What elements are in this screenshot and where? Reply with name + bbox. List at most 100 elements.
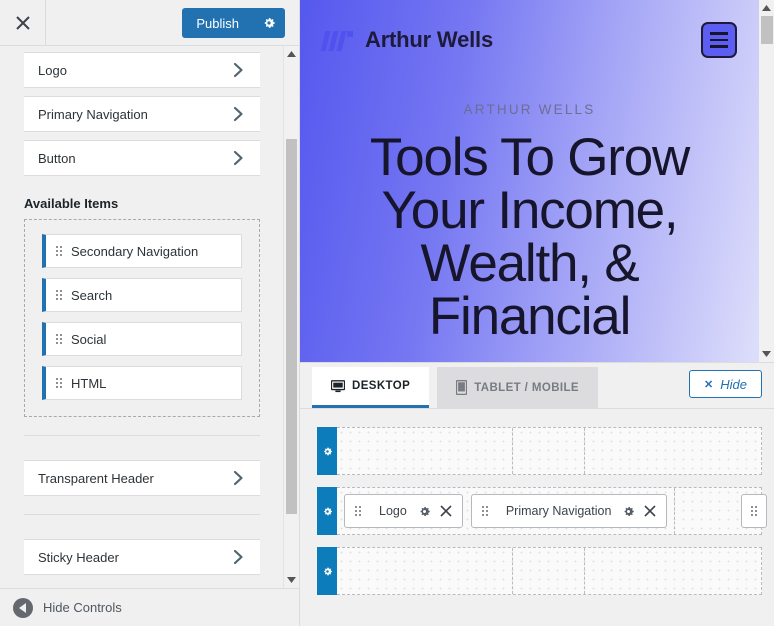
mobile-device-icon	[456, 380, 468, 395]
scroll-down-arrow-icon[interactable]	[284, 572, 299, 588]
available-item-label: Secondary Navigation	[71, 243, 199, 259]
scroll-down-arrow-icon[interactable]	[759, 346, 774, 362]
available-items-title: Available Items	[24, 196, 119, 211]
widget-settings-button[interactable]	[418, 505, 431, 518]
builder-column-right[interactable]	[585, 428, 761, 474]
tab-label: TABLET / MOBILE	[474, 381, 579, 394]
chevron-right-icon	[233, 150, 244, 166]
available-item-html[interactable]: HTML	[42, 366, 242, 400]
header-options-list: Transparent Header	[0, 454, 284, 496]
header-sections-list: Logo Primary Navigation Button	[0, 46, 284, 176]
w-logo-icon	[320, 29, 353, 51]
gear-icon	[323, 567, 332, 575]
chevron-right-icon	[233, 106, 244, 122]
builder-device-tabs: DESKTOP TABLET / MOBILE ✕ Hide	[300, 363, 774, 409]
sidebar-item-logo[interactable]: Logo	[24, 52, 260, 88]
row-settings-button[interactable]	[317, 547, 337, 595]
sidebar-item-button[interactable]: Button	[24, 140, 260, 176]
row-columns: Logo Primary Navigation	[337, 487, 762, 535]
drag-handle-icon[interactable]	[56, 378, 62, 388]
sidebar-scrollbar[interactable]	[283, 46, 298, 588]
publish-settings-button[interactable]	[253, 8, 285, 38]
widget-remove-button[interactable]	[644, 505, 656, 517]
preview-viewport: Arthur Wells ARTHUR WELLS Tools To Grow …	[300, 0, 759, 362]
row-columns	[337, 547, 762, 595]
builder-column-center[interactable]	[513, 428, 586, 474]
gear-icon	[323, 447, 332, 455]
sidebar-item-label: Logo	[38, 62, 67, 78]
builder-rows: Logo Primary Navigation	[300, 409, 774, 595]
row-settings-button[interactable]	[317, 487, 337, 535]
chevron-right-icon	[233, 62, 244, 78]
builder-column-right[interactable]	[585, 548, 761, 594]
publish-button[interactable]: Publish	[182, 8, 253, 38]
builder-column-left[interactable]: Logo Primary Navigation	[337, 488, 676, 534]
preview-site-header: Arthur Wells	[300, 0, 759, 80]
hero-title: Tools To Grow Your Income, Wealth, & Fin…	[369, 128, 690, 346]
tab-tablet-mobile[interactable]: TABLET / MOBILE	[437, 367, 598, 408]
site-logo-group[interactable]: Arthur Wells	[320, 27, 493, 53]
sidebar-item-primary-navigation[interactable]: Primary Navigation	[24, 96, 260, 132]
hide-controls-button[interactable]: Hide Controls	[0, 588, 299, 626]
row-columns	[337, 427, 762, 475]
drag-handle-icon[interactable]	[56, 290, 62, 300]
preview-scrollbar-thumb[interactable]	[761, 16, 773, 44]
builder-row-main: Logo Primary Navigation	[317, 487, 767, 535]
drag-handle-icon[interactable]	[481, 506, 488, 516]
builder-column-left[interactable]	[337, 548, 513, 594]
sidebar-item-label: Transparent Header	[38, 470, 154, 486]
widget-label: Primary Navigation	[505, 504, 612, 518]
widget-overflow-partial[interactable]	[741, 494, 767, 528]
site-preview: Arthur Wells ARTHUR WELLS Tools To Grow …	[300, 0, 774, 362]
builder-column-left[interactable]	[337, 428, 513, 474]
builder-column-center[interactable]	[513, 548, 586, 594]
preview-scrollbar[interactable]	[759, 0, 774, 362]
desktop-icon	[331, 379, 345, 392]
drag-handle-icon[interactable]	[56, 246, 62, 256]
drag-handle-icon[interactable]	[355, 506, 361, 516]
hide-builder-button[interactable]: ✕ Hide	[689, 370, 762, 398]
close-x-icon	[644, 505, 656, 517]
chevron-right-icon	[233, 470, 244, 486]
gear-icon	[264, 18, 275, 28]
gear-icon	[420, 506, 430, 516]
available-item-secondary-navigation[interactable]: Secondary Navigation	[42, 234, 242, 268]
available-items-dropzone[interactable]: Secondary Navigation Search Social HTML	[24, 219, 260, 417]
close-customizer-button[interactable]	[0, 0, 46, 45]
drag-handle-icon[interactable]	[56, 334, 62, 344]
scroll-up-arrow-icon[interactable]	[284, 46, 299, 62]
available-item-social[interactable]: Social	[42, 322, 242, 356]
tab-desktop[interactable]: DESKTOP	[312, 367, 430, 408]
publish-button-group: Publish	[182, 8, 285, 38]
sidebar-item-transparent-header[interactable]: Transparent Header	[24, 460, 260, 496]
sidebar-item-sticky-header[interactable]: Sticky Header	[24, 539, 260, 575]
widget-remove-button[interactable]	[440, 505, 452, 517]
widget-settings-button[interactable]	[622, 505, 635, 518]
close-x-icon	[440, 505, 452, 517]
available-item-search[interactable]: Search	[42, 278, 242, 312]
sidebar-item-label: Button	[38, 150, 76, 166]
collapse-left-icon	[13, 597, 33, 618]
builder-row-bottom	[317, 547, 762, 595]
sticky-header-list: Sticky Header	[0, 533, 284, 575]
site-brand-name: Arthur Wells	[365, 27, 493, 52]
widget-primary-navigation[interactable]: Primary Navigation	[470, 494, 668, 528]
drag-handle-icon[interactable]	[751, 506, 757, 516]
widget-logo[interactable]: Logo	[344, 494, 463, 528]
available-item-label: Social	[71, 331, 107, 347]
close-x-icon: ✕	[704, 378, 714, 391]
customizer-screen: Publish Logo Primary Navigation Button A…	[0, 0, 774, 626]
scroll-up-arrow-icon[interactable]	[759, 0, 774, 16]
row-settings-button[interactable]	[317, 427, 337, 475]
sidebar-item-label: Sticky Header	[38, 549, 119, 565]
customizer-sidebar: Publish Logo Primary Navigation Button A…	[0, 0, 300, 626]
hamburger-menu-icon[interactable]	[701, 22, 737, 58]
sidebar-scrollbar-thumb[interactable]	[286, 139, 297, 514]
divider	[24, 514, 260, 515]
sidebar-scroll-area: Logo Primary Navigation Button Available…	[0, 46, 284, 588]
divider	[24, 435, 260, 436]
hero-section: ARTHUR WELLS Tools To Grow Your Income, …	[300, 80, 759, 343]
hide-button-label: Hide	[720, 376, 747, 392]
gear-icon	[625, 506, 635, 516]
header-builder-panel: DESKTOP TABLET / MOBILE ✕ Hide Logo Prim…	[300, 362, 774, 626]
